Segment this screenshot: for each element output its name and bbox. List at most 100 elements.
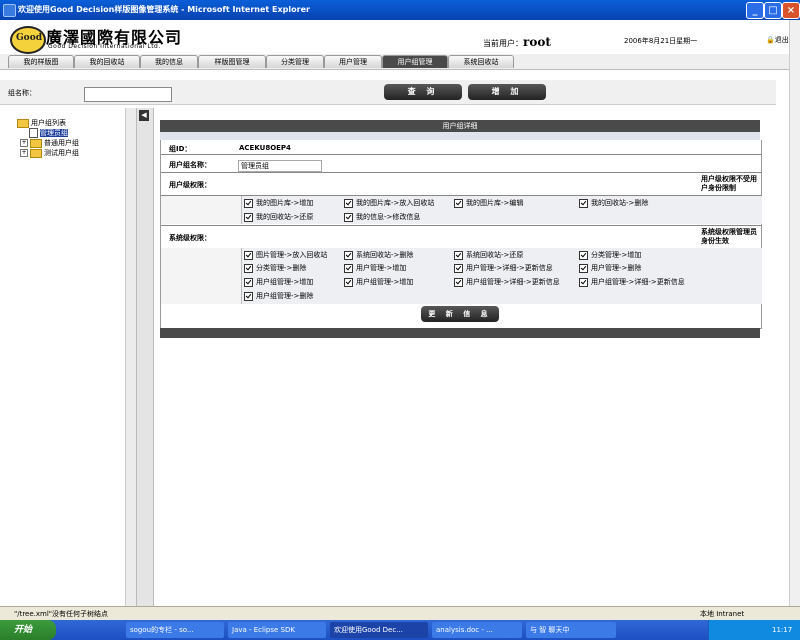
perm-checkbox-item[interactable]: 用户组管理->增加: [344, 277, 413, 287]
folder-icon: [17, 118, 29, 128]
perm-label: 系统回收站->删除: [356, 251, 414, 259]
user-perm-grid: 我的图片库->增加 我的图片库->放入回收站 我的图片库->编辑 我的回收站->…: [241, 196, 762, 224]
panel-subheader: [160, 132, 760, 140]
checkbox[interactable]: [579, 198, 588, 208]
group-name-field[interactable]: 管理员组: [238, 160, 322, 172]
tree-item-label: 普通用户组: [44, 139, 79, 147]
panel-title: 用户组详细: [160, 120, 760, 132]
task-ie[interactable]: 欢迎使用Good Dec...: [330, 622, 428, 638]
checkbox[interactable]: [579, 250, 588, 260]
tree-item-test[interactable]: + 测试用户组: [20, 148, 79, 158]
tree-item-admin[interactable]: 管理员组: [29, 128, 68, 138]
perm-checkbox-item[interactable]: 用户组管理->增加: [244, 277, 313, 287]
folder-icon: [30, 138, 42, 148]
user-name: root: [523, 35, 551, 49]
checkbox[interactable]: [454, 263, 463, 273]
perm-checkbox-item[interactable]: 分类管理->增加: [579, 250, 641, 260]
perm-checkbox-item[interactable]: 用户组管理->删除: [244, 291, 313, 301]
perm-checkbox-item[interactable]: 图片管理->放入回收站: [244, 250, 327, 260]
perm-checkbox-item[interactable]: 用户管理->删除: [579, 263, 641, 273]
checkbox[interactable]: [244, 198, 253, 208]
tab-my-info[interactable]: 我的信息: [140, 55, 198, 68]
checkbox[interactable]: [344, 212, 353, 222]
task-chat[interactable]: 与 智 聊天中: [526, 622, 616, 638]
perm-checkbox-item[interactable]: 用户管理->增加: [344, 263, 406, 273]
checkbox[interactable]: [244, 277, 253, 287]
checkbox[interactable]: [244, 250, 253, 260]
add-button[interactable]: 增 加: [468, 84, 546, 100]
checkbox[interactable]: [344, 198, 353, 208]
status-bar: [0, 606, 800, 621]
tree-item-label: 管理员组: [40, 129, 68, 137]
tree-root[interactable]: 用户组列表: [17, 118, 66, 128]
folder-icon: [30, 148, 42, 158]
start-button[interactable]: 开始: [0, 620, 56, 640]
tab-my-samples[interactable]: 我的样版图: [8, 55, 74, 68]
tab-sample-mgmt[interactable]: 样版图管理: [198, 55, 266, 68]
checkbox[interactable]: [244, 291, 253, 301]
minimize-button[interactable]: _: [746, 2, 764, 19]
company-name-en: Good Decision International Ltd.: [48, 43, 161, 50]
perm-checkbox-item[interactable]: 我的回收站->还原: [244, 212, 313, 222]
sys-perm-label: 系统级权限：: [169, 234, 211, 242]
checkbox[interactable]: [454, 250, 463, 260]
company-logo: Good: [10, 26, 46, 54]
checkbox[interactable]: [454, 277, 463, 287]
logout-label: 退出: [774, 36, 789, 44]
tab-group-mgmt[interactable]: 用户组管理: [382, 55, 448, 68]
page-scrollbar[interactable]: [789, 20, 800, 606]
checkbox[interactable]: [579, 277, 588, 287]
window-title-bar: 欢迎使用Good Decision样版图像管理系统 - Microsoft In…: [0, 0, 800, 20]
sys-perm-header-row: 系统级权限： 系统级权限管理员身份生效: [161, 225, 761, 249]
perm-label: 用户管理->删除: [591, 264, 642, 272]
tab-my-recycle[interactable]: 我的回收站: [74, 55, 140, 68]
perm-checkbox-item[interactable]: 分类管理->删除: [244, 263, 306, 273]
perm-label: 我的回收站->还原: [256, 213, 314, 221]
checkbox[interactable]: [344, 263, 353, 273]
task-eclipse[interactable]: Java - Eclipse SDK: [228, 622, 326, 638]
expand-icon[interactable]: +: [20, 149, 28, 157]
perm-checkbox-item[interactable]: 我的回收站->删除: [579, 198, 648, 208]
group-name-input[interactable]: [84, 87, 172, 102]
perm-checkbox-item[interactable]: 用户组管理->详细->更新信息: [579, 277, 685, 287]
checkbox[interactable]: [244, 212, 253, 222]
perm-label: 用户组管理->增加: [356, 278, 414, 286]
checkbox[interactable]: [344, 250, 353, 260]
checkbox[interactable]: [344, 277, 353, 287]
panel-footer: [160, 328, 760, 338]
clock: 11:17: [772, 626, 793, 634]
task-sogou[interactable]: sogou的专栏 - so...: [126, 622, 224, 638]
perm-label: 系统回收站->还原: [466, 251, 524, 259]
perm-checkbox-item[interactable]: 系统回收站->还原: [454, 250, 523, 260]
perm-checkbox-item[interactable]: 系统回收站->删除: [344, 250, 413, 260]
perm-label: 我的图片库->编辑: [466, 199, 524, 207]
perm-checkbox-item[interactable]: 用户组管理->详细->更新信息: [454, 277, 560, 287]
close-button[interactable]: ×: [782, 2, 800, 19]
tree-root-label: 用户组列表: [31, 119, 66, 127]
tab-system-recycle[interactable]: 系统回收站: [448, 55, 514, 68]
group-tree: 用户组列表 管理员组 + 普通用户组 + 测试用户组: [0, 108, 136, 606]
maximize-button[interactable]: □: [764, 2, 782, 19]
query-button[interactable]: 查 询: [384, 84, 462, 100]
current-date: 2006年8月21日星期一: [624, 37, 698, 45]
checkbox[interactable]: [454, 198, 463, 208]
perm-checkbox-item[interactable]: 我的图片库->放入回收站: [344, 198, 434, 208]
user-perm-note: 用户级权限不受用户身份限制: [701, 175, 757, 192]
perm-checkbox-item[interactable]: 用户管理->详细->更新信息: [454, 263, 553, 273]
tab-user-mgmt[interactable]: 用户管理: [324, 55, 382, 68]
tab-category-mgmt[interactable]: 分类管理: [266, 55, 324, 68]
checkbox[interactable]: [244, 263, 253, 273]
task-word[interactable]: analysis.doc - ...: [432, 622, 522, 638]
collapse-arrow-icon[interactable]: ◀: [139, 110, 149, 121]
perm-checkbox-item[interactable]: 我的图片库->编辑: [454, 198, 523, 208]
tree-item-normal[interactable]: + 普通用户组: [20, 138, 79, 148]
checkbox[interactable]: [579, 263, 588, 273]
window-title: 欢迎使用Good Decision样版图像管理系统 - Microsoft In…: [18, 5, 310, 14]
logout-link[interactable]: 🔒退出: [766, 35, 789, 45]
expand-icon[interactable]: +: [20, 139, 28, 147]
perm-checkbox-item[interactable]: 我的信息->修改信息: [344, 212, 420, 222]
perm-label: 我的图片库->放入回收站: [356, 199, 435, 207]
group-name-field-label: 用户组名称：: [169, 161, 211, 169]
perm-checkbox-item[interactable]: 我的图片库->增加: [244, 198, 313, 208]
update-info-button[interactable]: 更 新 信 息: [421, 306, 499, 322]
